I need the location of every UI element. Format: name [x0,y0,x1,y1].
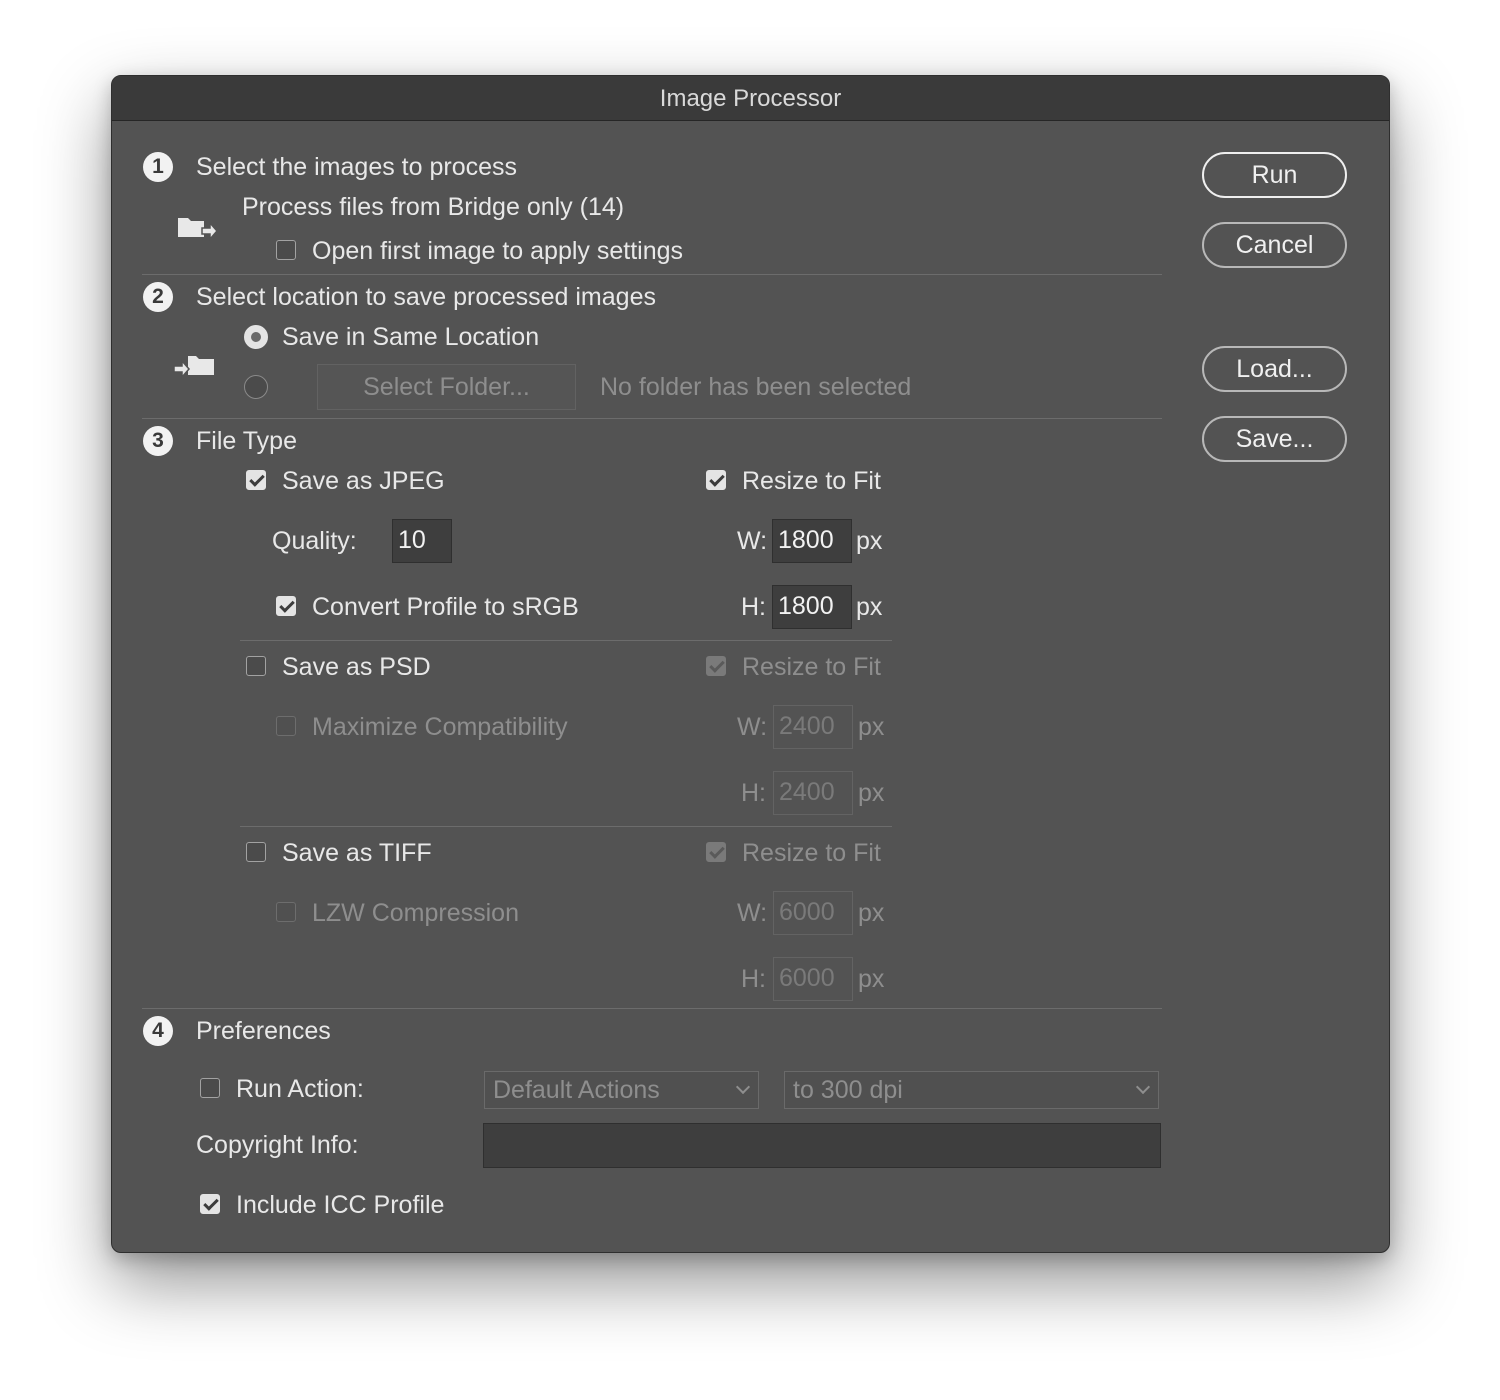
open-first-image-label[interactable]: Open first image to apply settings [312,236,683,266]
include-icc-profile-label[interactable]: Include ICC Profile [236,1190,444,1220]
tiff-width-label: W: [737,899,768,927]
jpeg-height-input[interactable]: 1800 [772,585,852,629]
step-number-4: 4 [143,1016,173,1046]
jpeg-resize-to-fit-label[interactable]: Resize to Fit [742,466,881,496]
tiff-resize-to-fit-label: Resize to Fit [742,839,881,867]
convert-profile-srgb-checkbox[interactable] [276,596,296,616]
section4-title: Preferences [196,1017,331,1045]
window-title[interactable]: Image Processor [112,76,1389,121]
action-set-select[interactable]: Default Actions [484,1071,759,1109]
section-divider [142,418,1162,419]
jpeg-height-label: H: [741,593,766,621]
save-as-tiff-label[interactable]: Save as TIFF [282,838,432,868]
jpeg-width-unit: px [856,527,883,555]
psd-width-unit: px [858,713,885,741]
tiff-width-unit: px [858,899,885,927]
save-as-tiff-checkbox[interactable] [246,842,266,862]
filetype-divider [240,826,892,827]
section-divider [142,1008,1162,1009]
filetype-divider [240,640,892,641]
save-as-psd-label[interactable]: Save as PSD [282,652,431,682]
folder-save-icon [173,356,214,379]
select-folder-button[interactable]: Select Folder... [317,364,576,410]
save-same-location-radio[interactable] [244,325,268,349]
open-first-image-checkbox[interactable] [276,240,296,260]
tiff-height-label: H: [741,965,766,993]
psd-resize-to-fit-checkbox [706,656,726,676]
save-button[interactable]: Save... [1202,416,1347,462]
section2-title: Select location to save processed images [196,283,656,311]
no-folder-status: No folder has been selected [600,373,912,401]
save-same-location-label[interactable]: Save in Same Location [282,322,539,352]
chevron-down-icon [1135,1079,1151,1095]
maximize-compatibility-checkbox [276,716,296,736]
jpeg-height-unit: px [856,593,883,621]
tiff-width-input: 6000 [773,891,853,935]
select-folder-radio[interactable] [244,375,268,399]
jpeg-quality-input[interactable]: 10 [392,519,452,563]
section3-title: File Type [196,427,297,455]
save-as-jpeg-checkbox[interactable] [246,470,266,490]
jpeg-quality-label: Quality: [272,527,357,555]
include-icc-profile-checkbox[interactable] [200,1194,220,1214]
psd-height-input: 2400 [773,771,853,815]
section1-title: Select the images to process [196,153,517,181]
psd-height-unit: px [858,779,885,807]
folder-arrow-icon [178,218,218,241]
psd-width-input: 2400 [773,705,853,749]
lzw-compression-label: LZW Compression [312,899,519,927]
tiff-resize-to-fit-checkbox [706,842,726,862]
psd-height-label: H: [741,779,766,807]
cancel-button[interactable]: Cancel [1202,222,1347,268]
step-number-1: 1 [143,152,173,182]
tiff-height-input: 6000 [773,957,853,1001]
step-number-3: 3 [143,426,173,456]
save-as-jpeg-label[interactable]: Save as JPEG [282,466,445,496]
action-set-value: Default Actions [493,1076,660,1104]
jpeg-resize-to-fit-checkbox[interactable] [706,470,726,490]
action-value: to 300 dpi [793,1076,903,1104]
run-action-checkbox[interactable] [200,1078,220,1098]
load-button[interactable]: Load... [1202,346,1347,392]
lzw-compression-checkbox [276,902,296,922]
copyright-info-label: Copyright Info: [196,1131,359,1159]
psd-resize-to-fit-label: Resize to Fit [742,653,881,681]
run-button[interactable]: Run [1202,152,1347,198]
tiff-height-unit: px [858,965,885,993]
run-action-label[interactable]: Run Action: [236,1074,364,1104]
bridge-source-label: Process files from Bridge only (14) [242,193,625,221]
action-select[interactable]: to 300 dpi [784,1071,1159,1109]
section-divider [142,274,1162,275]
copyright-info-input[interactable] [483,1123,1161,1168]
step-number-2: 2 [143,282,173,312]
maximize-compatibility-label: Maximize Compatibility [312,713,568,741]
convert-profile-srgb-label[interactable]: Convert Profile to sRGB [312,592,579,622]
save-as-psd-checkbox[interactable] [246,656,266,676]
jpeg-width-label: W: [737,527,768,555]
psd-width-label: W: [737,713,768,741]
image-processor-dialog: Image Processor 1 Select the images to p… [111,75,1390,1253]
chevron-down-icon [735,1079,751,1095]
jpeg-width-input[interactable]: 1800 [772,519,852,563]
